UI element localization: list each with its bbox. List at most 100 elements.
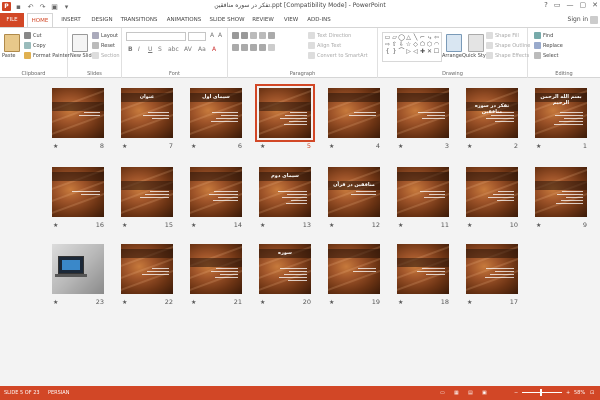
slide-thumbnail[interactable] (52, 167, 104, 217)
strikethrough-button[interactable]: abc (168, 46, 179, 53)
slideshow-view-icon[interactable]: ▣ (482, 390, 487, 396)
shape-item-icon[interactable]: ⇦ (433, 34, 440, 41)
slide-thumbnail[interactable] (328, 88, 380, 138)
font-color-button[interactable]: A (212, 46, 216, 53)
shape-item-icon[interactable]: ⇨ (384, 41, 391, 48)
underline-button[interactable]: U (148, 46, 152, 53)
close-icon[interactable]: ✕ (592, 1, 598, 9)
slide-sorter-view-icon[interactable]: ▦ (454, 390, 459, 396)
shrink-font-icon[interactable]: A (218, 32, 222, 39)
shape-item-icon[interactable]: ⌐ (419, 34, 426, 41)
shape-item-icon[interactable]: ✕ (426, 48, 433, 55)
zoom-level[interactable]: 58% (574, 390, 585, 396)
ribbon-display-icon[interactable]: ▭ (554, 1, 561, 9)
fit-slide-icon[interactable]: ⊡ (590, 390, 594, 396)
replace-button[interactable]: Replace (534, 42, 563, 49)
help-icon[interactable]: ? (544, 1, 548, 9)
tab-file[interactable]: FILE (0, 13, 24, 27)
reset-button[interactable]: Reset (92, 42, 115, 49)
slide-thumbnail[interactable] (466, 244, 518, 294)
shape-item-icon[interactable]: ◯ (398, 34, 405, 41)
slide-thumbnail[interactable] (466, 167, 518, 217)
font-size-select[interactable] (188, 32, 206, 41)
change-case-button[interactable]: Aa (198, 46, 206, 53)
cut-button[interactable]: Cut (24, 32, 42, 39)
shape-item-icon[interactable]: { (384, 48, 391, 55)
shape-item-icon[interactable]: ☆ (405, 41, 412, 48)
shape-item-icon[interactable]: △ (405, 34, 412, 41)
slide-thumbnail[interactable]: سیمای اول (190, 88, 242, 138)
shape-item-icon[interactable]: ◁ (412, 48, 419, 55)
new-slide-button[interactable]: New Slide (70, 53, 95, 59)
slide-thumbnail[interactable] (328, 244, 380, 294)
shape-item-icon[interactable]: ◇ (412, 41, 419, 48)
find-button[interactable]: Find (534, 32, 553, 39)
arrange-icon[interactable] (446, 34, 462, 52)
slide-thumbnail[interactable] (52, 88, 104, 138)
align-icons[interactable] (232, 44, 275, 51)
slide-thumbnail[interactable] (397, 88, 449, 138)
shape-effects-button[interactable]: Shape Effects (486, 52, 529, 59)
bold-button[interactable]: B (128, 46, 133, 53)
slide-thumbnail[interactable]: عنوان (121, 88, 173, 138)
font-family-select[interactable] (126, 32, 186, 41)
shape-item-icon[interactable]: ⌒ (398, 48, 405, 55)
slide-thumbnail[interactable]: تفکر در سوره منافقین (466, 88, 518, 138)
shape-item-icon[interactable]: ☐ (433, 48, 440, 55)
select-button[interactable]: Select (534, 52, 558, 59)
shape-outline-button[interactable]: Shape Outline (486, 42, 530, 49)
arrange-button[interactable]: Arrange (442, 53, 462, 59)
shape-item-icon[interactable]: ⬠ (419, 41, 426, 48)
layout-button[interactable]: Layout (92, 32, 118, 39)
slide-thumbnail[interactable]: سیمای دوم (259, 167, 311, 217)
italic-button[interactable]: I (138, 46, 140, 53)
new-slide-icon[interactable] (72, 34, 88, 52)
normal-view-icon[interactable]: ▭ (440, 390, 445, 396)
zoom-slider[interactable] (522, 392, 562, 393)
zoom-slider-handle[interactable] (540, 389, 542, 396)
bullets-icon[interactable] (232, 32, 275, 39)
slide-thumbnail[interactable]: بسم الله الرحمن الرحيم (535, 88, 587, 138)
grow-font-icon[interactable]: A (210, 32, 214, 39)
section-button[interactable]: Section (92, 52, 120, 59)
avatar[interactable] (590, 16, 598, 24)
shape-item-icon[interactable]: ⇩ (398, 41, 405, 48)
tab-add-ins[interactable]: ADD-INS (305, 13, 333, 27)
align-text-button[interactable]: Align Text (308, 42, 341, 49)
paste-icon[interactable] (4, 34, 20, 52)
slide-thumbnail[interactable] (121, 244, 173, 294)
slide-thumbnail[interactable] (397, 244, 449, 294)
slide-thumbnail[interactable] (52, 244, 104, 294)
shape-item-icon[interactable]: ╲ (412, 34, 419, 41)
tab-view[interactable]: VIEW (280, 13, 302, 27)
shape-fill-button[interactable]: Shape Fill (486, 32, 519, 39)
text-direction-button[interactable]: Text Direction (308, 32, 351, 39)
tab-review[interactable]: REVIEW (249, 13, 277, 27)
language-indicator[interactable]: PERSIAN (48, 390, 69, 396)
copy-button[interactable]: Copy (24, 42, 46, 49)
shape-item-icon[interactable]: ✚ (419, 48, 426, 55)
convert-smartart-button[interactable]: Convert to SmartArt (308, 52, 368, 59)
reading-view-icon[interactable]: ▤ (468, 390, 473, 396)
slide-thumbnail[interactable] (190, 244, 242, 294)
tab-home[interactable]: HOME (27, 13, 53, 27)
format-painter-button[interactable]: Format Painter (24, 52, 70, 59)
shape-item-icon[interactable]: ⇧ (391, 41, 398, 48)
tab-animations[interactable]: ANIMATIONS (163, 13, 205, 27)
slide-thumbnail[interactable]: منافقین در قرآن (328, 167, 380, 217)
shape-item-icon[interactable]: } (391, 48, 398, 55)
shape-item-icon[interactable]: ⤷ (426, 34, 433, 41)
shape-item-icon[interactable]: ▱ (391, 34, 398, 41)
slide-thumbnail[interactable]: سوره (259, 244, 311, 294)
tab-slide-show[interactable]: SLIDE SHOW (208, 13, 246, 27)
paste-button[interactable]: Paste (2, 53, 16, 59)
tab-design[interactable]: DESIGN (88, 13, 116, 27)
sign-in-link[interactable]: Sign in (568, 16, 588, 23)
minimize-icon[interactable]: — (567, 1, 574, 9)
shapes-gallery[interactable]: ▭ ▱ ◯ △ ╲ ⌐ ⤷ ⇦ ⇨ ⇧ ⇩ ☆ ◇ ⬠ ⬡ ◠ {} ⌒ ▷ ◁ ✚ ✕ ☐ (382, 32, 442, 62)
slide-thumbnail[interactable] (535, 167, 587, 217)
char-spacing-button[interactable]: AV (184, 46, 192, 53)
shape-item-icon[interactable]: ▭ (384, 34, 391, 41)
zoom-in-icon[interactable]: + (566, 390, 570, 396)
shape-item-icon[interactable]: ◠ (433, 41, 440, 48)
